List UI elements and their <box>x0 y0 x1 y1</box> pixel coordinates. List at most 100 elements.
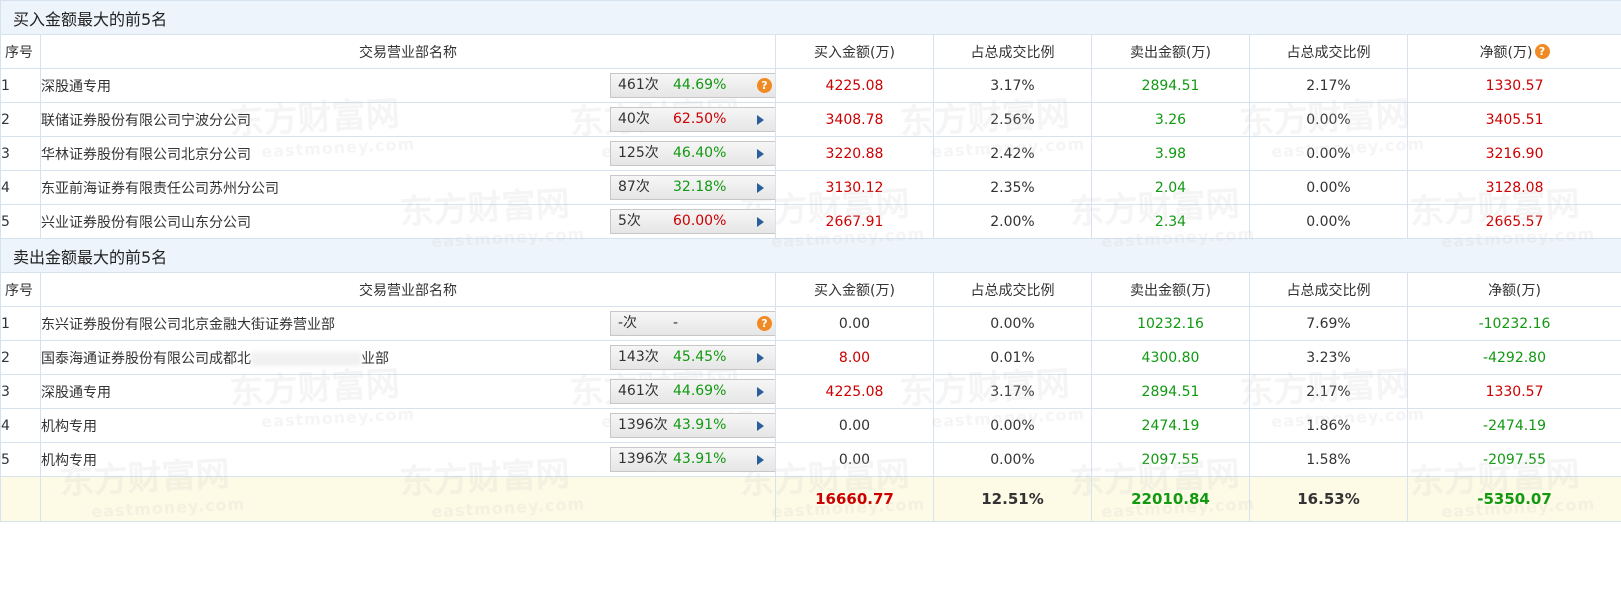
buy-amount: 8.00 <box>775 340 934 375</box>
buy-amount: 4225.08 <box>775 68 934 103</box>
help-icon: ? <box>757 78 772 93</box>
table-row: 1 深股通专用 461次 44.69%? 4225.08 3.17% 2894.51 2.17… <box>0 68 1621 103</box>
sell-ratio: 2.17% <box>1249 374 1408 409</box>
arrow-right-icon <box>757 387 764 397</box>
net-amount: -10232.16 <box>1406 306 1621 341</box>
buy-ratio: 2.42% <box>933 136 1092 171</box>
totals-blank <box>40 476 776 522</box>
buy-ratio: 2.35% <box>933 170 1092 205</box>
broker-stat-box[interactable]: 87次 32.18% <box>610 175 775 200</box>
win-rate: 43.91% <box>673 417 727 433</box>
help-button[interactable]: ? <box>757 312 772 335</box>
appearance-count: 87次 <box>618 179 650 195</box>
expand-button[interactable] <box>757 414 771 437</box>
broker-name[interactable]: 联储证券股份有限公司宁波分公司 <box>42 113 252 129</box>
appearance-count: 461次 <box>618 77 659 93</box>
table-row: 5 兴业证券股份有限公司山东分公司 5次 60.00% 2667.91 2.00% 2.34… <box>0 204 1621 239</box>
appearance-count: -次 <box>618 315 638 331</box>
broker-name-cell: 东兴证券股份有限公司北京金融大街证券营业部 -次 -? <box>40 306 776 341</box>
expand-button[interactable] <box>757 380 771 403</box>
net-amount: 1330.57 <box>1406 68 1621 103</box>
win-rate: 62.50% <box>673 111 727 127</box>
arrow-right-icon <box>757 353 764 363</box>
buy-header-row: 序号 交易营业部名称 买入金额(万) 占总成交比例 卖出金额(万) 占总成交比例… <box>0 34 1621 69</box>
col-broker-name: 交易营业部名称 <box>40 272 776 307</box>
broker-stat-box[interactable]: 143次 45.45% <box>610 345 775 370</box>
sell-amount: 3.98 <box>1091 136 1250 171</box>
arrow-right-icon <box>757 455 764 465</box>
help-icon: ? <box>757 316 772 331</box>
col-sell-amount: 卖出金额(万) <box>1091 34 1250 69</box>
expand-button[interactable] <box>757 108 771 131</box>
broker-stat-box[interactable]: 5次 60.00% <box>610 209 775 234</box>
buy-amount: 0.00 <box>775 306 934 341</box>
col-buy-amount: 买入金额(万) <box>775 34 934 69</box>
col-net-amount: 净额(万) <box>1406 272 1621 307</box>
col-index: 序号 <box>0 272 41 307</box>
totals-section: 16660.77 12.51% 22010.84 16.53% -5350.07 <box>0 476 1621 522</box>
broker-stat-box[interactable]: 40次 62.50% <box>610 107 775 132</box>
broker-name[interactable]: 东兴证券股份有限公司北京金融大街证券营业部 <box>42 317 336 333</box>
win-rate: 44.69% <box>673 383 727 399</box>
sell-ratio: 3.23% <box>1249 340 1408 375</box>
broker-name[interactable]: 东亚前海证券有限责任公司苏州分公司 <box>42 181 280 197</box>
broker-stat-box[interactable]: 125次 46.40% <box>610 141 775 166</box>
expand-button[interactable] <box>757 346 771 369</box>
net-amount: 3216.90 <box>1406 136 1621 171</box>
win-rate: 44.69% <box>673 77 727 93</box>
broker-name[interactable]: 华林证券股份有限公司北京分公司 <box>42 147 252 163</box>
buy-ratio: 2.00% <box>933 204 1092 239</box>
win-rate: - <box>673 315 679 331</box>
total-net-amount: -5350.07 <box>1406 476 1621 522</box>
buy-section-title: 买入金额最大的前5名 <box>0 0 1621 35</box>
broker-table: 买入金额最大的前5名 序号 交易营业部名称 买入金额(万) 占总成交比例 卖出金… <box>0 0 1621 522</box>
broker-stat-box[interactable]: 461次 44.69% <box>610 379 775 404</box>
help-button[interactable]: ? <box>757 74 772 97</box>
sell-amount: 10232.16 <box>1091 306 1250 341</box>
broker-name[interactable]: 机构专用 <box>42 419 98 435</box>
broker-stat-box[interactable]: -次 -? <box>610 311 775 336</box>
buy-ratio: 2.56% <box>933 102 1092 137</box>
broker-name[interactable]: 机构专用 <box>42 453 98 469</box>
row-index: 5 <box>0 442 41 477</box>
buy-amount: 3408.78 <box>775 102 934 137</box>
table-row: 5 机构专用 1396次 43.91% 0.00 0.00% 2097.55 1.58% -20… <box>0 442 1621 477</box>
broker-stat-box[interactable]: 1396次 43.91% <box>610 413 775 438</box>
sell-ratio: 0.00% <box>1249 170 1408 205</box>
broker-name[interactable]: 国泰海通证券股份有限公司成都北 <box>42 351 252 367</box>
broker-name[interactable]: 深股通专用 <box>42 79 112 95</box>
buy-amount: 3130.12 <box>775 170 934 205</box>
broker-name[interactable]: 深股通专用 <box>42 385 112 401</box>
buy-section-title-row: 买入金额最大的前5名 <box>0 0 1621 35</box>
row-index: 5 <box>0 204 41 239</box>
sell-section: 卖出金额最大的前5名 序号 交易营业部名称 买入金额(万) 占总成交比例 卖出金… <box>0 238 1621 477</box>
col-sell-amount: 卖出金额(万) <box>1091 272 1250 307</box>
row-index: 4 <box>0 408 41 443</box>
net-amount: -4292.80 <box>1406 340 1621 375</box>
expand-button[interactable] <box>757 210 771 233</box>
sell-amount: 2.04 <box>1091 170 1250 205</box>
broker-name-cell: 东亚前海证券有限责任公司苏州分公司 87次 32.18% <box>40 170 776 205</box>
col-sell-ratio: 占总成交比例 <box>1249 34 1408 69</box>
win-rate: 43.91% <box>673 451 727 467</box>
expand-button[interactable] <box>757 176 771 199</box>
broker-name-cell: 深股通专用 461次 44.69% <box>40 374 776 409</box>
broker-stat-box[interactable]: 461次 44.69%? <box>610 73 775 98</box>
broker-name-cell: 国泰海通证券股份有限公司成都北 业部 143次 45.45% <box>40 340 776 375</box>
broker-name[interactable]: 兴业证券股份有限公司山东分公司 <box>42 215 252 231</box>
help-icon[interactable]: ? <box>1534 43 1550 59</box>
expand-button[interactable] <box>757 448 771 471</box>
buy-ratio: 0.00% <box>933 408 1092 443</box>
row-index: 2 <box>0 102 41 137</box>
expand-button[interactable] <box>757 142 771 165</box>
total-sell-amount: 22010.84 <box>1091 476 1250 522</box>
table-row: 4 东亚前海证券有限责任公司苏州分公司 87次 32.18% 3130.12 2.35% 2… <box>0 170 1621 205</box>
arrow-right-icon <box>757 421 764 431</box>
broker-stat-box[interactable]: 1396次 43.91% <box>610 447 775 472</box>
table-row: 1 东兴证券股份有限公司北京金融大街证券营业部 -次 -? 0.00 0.00% 10232… <box>0 306 1621 341</box>
net-amount: -2474.19 <box>1406 408 1621 443</box>
dragon-tiger-board: 东方财富网 eastmoney.com 东方财富网 eastmoney.com 东方… <box>0 0 1621 589</box>
buy-amount: 0.00 <box>775 442 934 477</box>
sell-amount: 4300.80 <box>1091 340 1250 375</box>
appearance-count: 143次 <box>618 349 659 365</box>
